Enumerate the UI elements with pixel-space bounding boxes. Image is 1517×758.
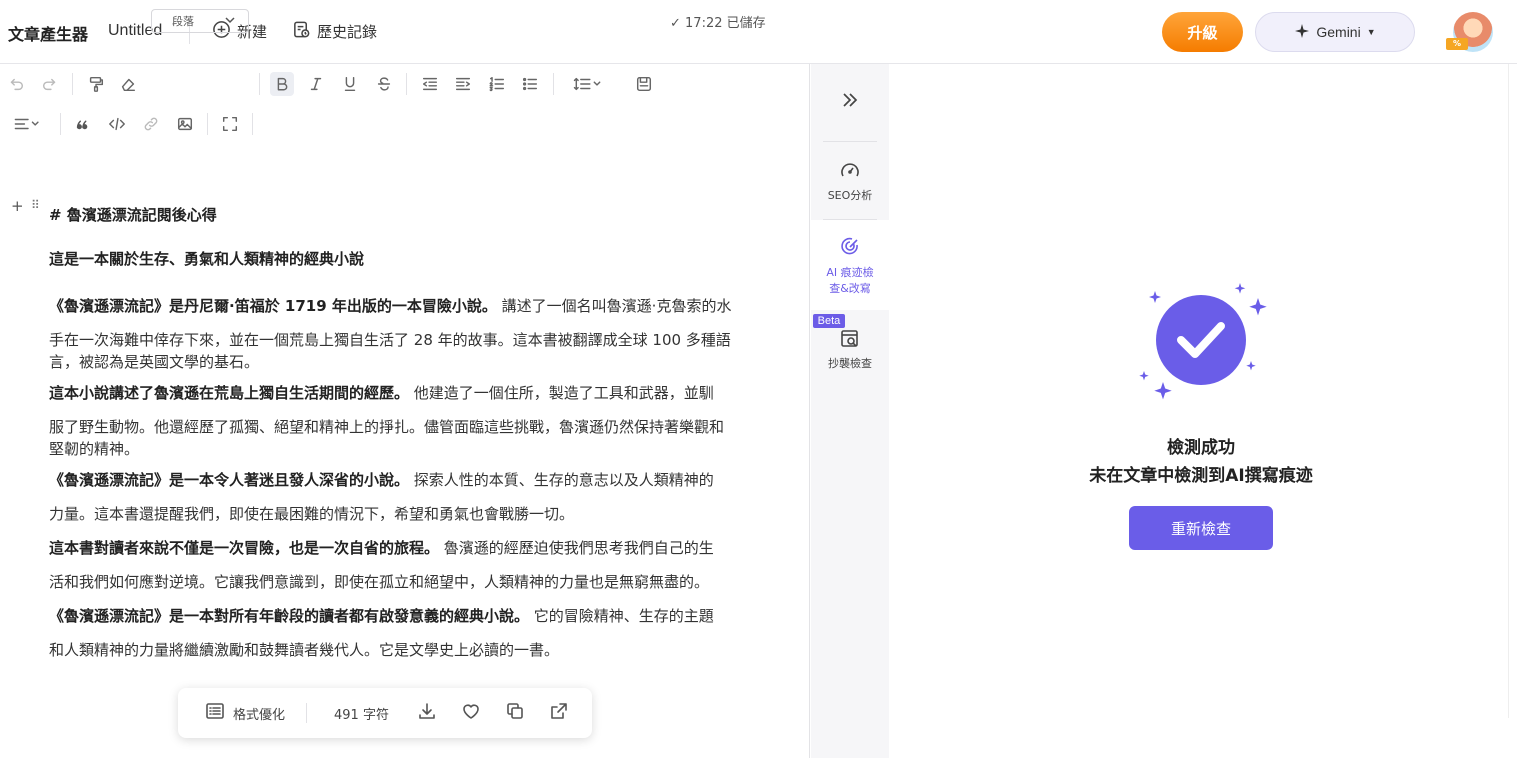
model-select-label: Gemini [1316, 24, 1361, 40]
paragraph-text: 力量。這本書還提醒我們，即使在最困難的情況下，希望和勇氣也會戰勝一切。 [49, 505, 575, 523]
download-icon[interactable] [417, 701, 437, 721]
divider [252, 113, 253, 135]
bold-icon[interactable] [270, 72, 294, 96]
history-button-label: 歷史記錄 [317, 23, 378, 41]
document-content[interactable]: # 魯濱遜漂流記閱後心得 這是一本關於生存、勇氣和人類精神的經典小說 《魯濱遜漂… [49, 199, 774, 667]
beta-badge: Beta [813, 314, 845, 328]
upgrade-button[interactable]: 升級 [1162, 12, 1243, 52]
recheck-button[interactable]: 重新檢查 [1129, 506, 1273, 550]
word-count: 491 字符 [334, 708, 389, 723]
document-search-icon [811, 328, 889, 353]
divider [207, 113, 208, 135]
collapse-panel-button[interactable] [811, 90, 889, 113]
save-icon[interactable] [632, 72, 656, 96]
plagiarism-check-tab[interactable]: 抄襲檢查 [811, 328, 889, 378]
sparkle-icon [1294, 23, 1310, 42]
paragraph-lead: 這本書對讀者來說不僅是一次冒險，也是一次自省的旅程。 [49, 539, 440, 557]
paragraph-text: 手在一次海難中倖存下來，並在一個荒島上獨自生活了 28 年的故事。這本書被翻譯成… [49, 331, 731, 349]
chevron-down-icon [224, 14, 236, 29]
paragraph-text: 探索人性的本質、生存的意志以及人類精神的 [409, 471, 714, 489]
model-select[interactable]: Gemini ▼ [1255, 12, 1415, 52]
paragraph-text: 他建造了一個住所，製造了工具和武器，並馴 [409, 384, 714, 402]
format-optimize-button[interactable]: 格式優化 [205, 701, 285, 725]
plagiarism-check-label: 抄襲檢查 [828, 357, 872, 370]
paragraph: 這本書對讀者來說不僅是一次冒險，也是一次自省的旅程。 魯濱遜的經歷迫使我們思考我… [49, 531, 774, 599]
gauge-icon [811, 160, 889, 185]
paragraph-lead: 《魯濱遜漂流記》是丹尼爾·笛福於 1719 年出版的一本冒險小說。 [49, 297, 497, 315]
paragraph-text: 活和我們如何應對逆境。它讓我們意識到，即使在孤立和絕望中，人類精神的力量也是無窮… [49, 573, 710, 591]
paragraph: 《魯濱遜漂流記》是丹尼爾·笛福於 1719 年出版的一本冒險小說。 講述了一個名… [49, 289, 774, 357]
paragraph-text: 和人類精神的力量將繼續激勵和鼓舞讀者幾代人。它是文學史上必讀的一書。 [49, 641, 560, 659]
divider [553, 73, 554, 95]
image-icon[interactable] [173, 112, 197, 136]
quote-icon[interactable] [71, 112, 95, 136]
document-heading: # 魯濱遜漂流記閱後心得 [49, 206, 217, 224]
document-subheading: 這是一本關於生存、勇氣和人類精神的經典小說 [49, 250, 365, 268]
indent-icon[interactable] [451, 72, 475, 96]
history-button[interactable]: 歷史記錄 [292, 20, 377, 43]
share-icon[interactable] [549, 701, 569, 721]
history-icon [292, 20, 311, 43]
paragraph-text: 魯濱遜的經歷迫使我們思考我們自己的生 [439, 539, 714, 557]
paragraph-text: 服了野生動物。他還經歷了孤獨、絕望和精神上的掙扎。儘管面臨這些挑戰，魯濱遜仍然保… [49, 418, 725, 436]
redo-icon[interactable] [38, 72, 62, 96]
paragraph: 這本小說講述了魯濱遜在荒島上獨自生活期間的經歷。 他建造了一個住所，製造了工具和… [49, 376, 774, 444]
bottom-action-bar: 格式優化 491 字符 [178, 688, 592, 738]
caret-down-icon: ▼ [1366, 27, 1376, 37]
paragraph-lead: 《魯濱遜漂流記》是一本對所有年齡段的讀者都有啟發意義的經典小說。 [49, 607, 530, 625]
seo-analysis-label: SEO分析 [827, 189, 873, 202]
target-check-icon [811, 236, 889, 261]
paragraph-lead: 這本小說講述了魯濱遜在荒島上獨自生活期間的經歷。 [49, 384, 410, 402]
paragraph-style-label: 段落 [172, 15, 194, 28]
paragraph-text: 講述了一個名叫魯濱遜·克魯索的水 [496, 297, 732, 315]
divider [306, 703, 307, 723]
list-format-icon [205, 701, 225, 725]
ai-detection-label-line1: AI 痕迹檢 [826, 266, 874, 279]
underline-icon[interactable] [338, 72, 362, 96]
scrollbar[interactable] [1508, 64, 1517, 718]
divider [72, 73, 73, 95]
ai-detection-result-panel [889, 64, 1517, 758]
double-chevron-right-icon [840, 93, 860, 113]
link-icon[interactable] [139, 112, 163, 136]
ai-detection-tab[interactable]: AI 痕迹檢 查&改寫 [811, 220, 889, 310]
align-select-icon[interactable] [8, 112, 48, 136]
ordered-list-icon[interactable] [485, 72, 509, 96]
format-painter-icon[interactable] [84, 72, 108, 96]
outdent-icon[interactable] [418, 72, 442, 96]
paragraph-style-select[interactable]: 段落 [151, 9, 249, 33]
seo-analysis-tab[interactable]: SEO分析 [811, 160, 889, 218]
heart-icon[interactable] [461, 701, 481, 721]
copy-icon[interactable] [505, 701, 525, 721]
add-block-icon[interactable]: + [11, 197, 24, 215]
ai-detection-label-line2: 查&改寫 [829, 282, 871, 295]
eraser-icon[interactable] [116, 72, 140, 96]
format-optimize-label: 格式優化 [233, 707, 286, 723]
result-title: 檢測成功 [1167, 438, 1235, 458]
divider [406, 73, 407, 95]
paragraph-text: 它的冒險精神、生存的主題 [529, 607, 714, 625]
drag-handle-icon[interactable]: ⠿ [31, 198, 40, 212]
divider [259, 73, 260, 95]
code-icon[interactable] [105, 112, 129, 136]
paragraph-lead: 《魯濱遜漂流記》是一本令人著迷且發人深省的小說。 [49, 471, 410, 489]
paragraph: 《魯濱遜漂流記》是一本令人著迷且發人深省的小說。 探索人性的本質、生存的意志以及… [49, 463, 774, 531]
italic-icon[interactable] [304, 72, 328, 96]
success-check-icon [1134, 278, 1274, 408]
side-rail: SEO分析 AI 痕迹檢 查&改寫 抄襲檢查 [811, 64, 889, 758]
saved-status: ✓ 17:22 已儲存 [670, 16, 766, 31]
strikethrough-icon[interactable] [372, 72, 396, 96]
fullscreen-icon[interactable] [218, 112, 242, 136]
divider [823, 141, 877, 142]
undo-icon[interactable] [4, 72, 28, 96]
divider [60, 113, 61, 135]
bullet-list-icon[interactable] [518, 72, 542, 96]
result-description: 未在文章中檢測到AI撰寫痕迹 [1089, 466, 1313, 486]
app-title: 文章產生器 [8, 25, 89, 44]
paragraph: 《魯濱遜漂流記》是一本對所有年齡段的讀者都有啟發意義的經典小說。 它的冒險精神、… [49, 599, 774, 667]
line-height-icon[interactable] [568, 72, 608, 96]
avatar-badge: % [1446, 38, 1468, 50]
